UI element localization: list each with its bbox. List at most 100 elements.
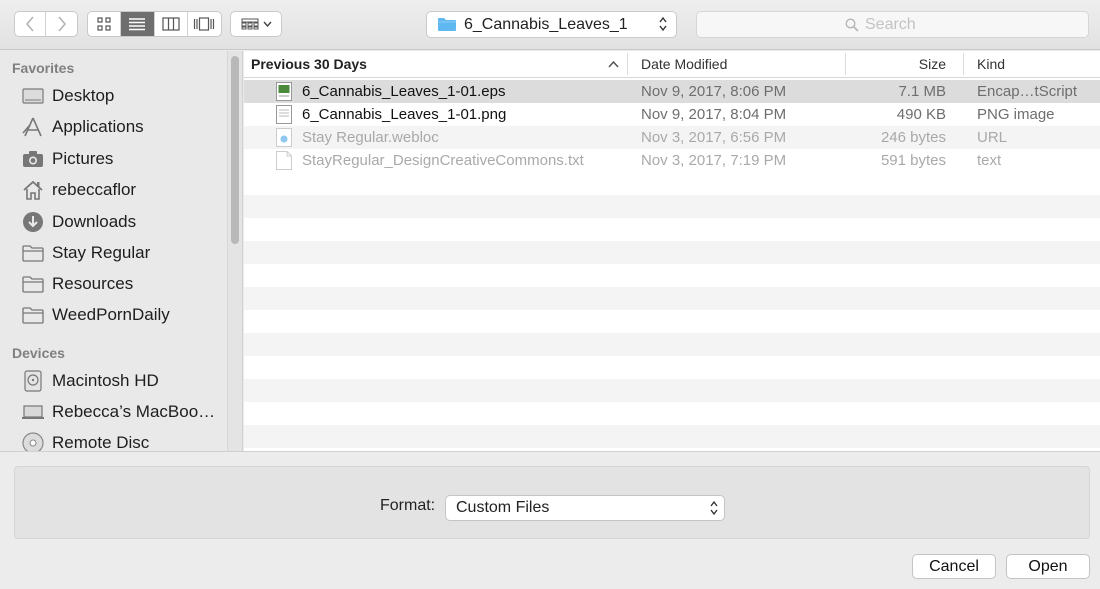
sidebar-item-label: Remote Disc	[52, 433, 150, 451]
sidebar-item-pictures[interactable]: Pictures	[20, 146, 225, 172]
cover-flow-button[interactable]	[188, 12, 221, 36]
empty-row	[244, 402, 1100, 425]
arrange-grid-icon	[241, 18, 258, 30]
column-view-button[interactable]	[155, 12, 188, 36]
favorites-heading: Favorites	[12, 60, 75, 76]
options-panel: Format: Custom Files	[14, 466, 1090, 539]
columns-icon	[162, 17, 180, 31]
empty-row	[244, 264, 1100, 287]
view-mode-segment	[87, 11, 222, 37]
file-size: 7.1 MB	[898, 83, 946, 100]
empty-row	[244, 333, 1100, 356]
sidebar-item-label: Applications	[52, 117, 144, 136]
chevron-down-icon	[262, 21, 272, 27]
sidebar-item-stay-regular[interactable]: Stay Regular	[20, 240, 225, 266]
open-button[interactable]: Open	[1006, 554, 1090, 579]
sidebar-item-label: Resources	[52, 274, 134, 293]
cancel-button[interactable]: Cancel	[912, 554, 996, 579]
format-label: Format:	[380, 497, 436, 514]
sidebar-item-resources[interactable]: Resources	[20, 271, 225, 297]
search-field[interactable]	[696, 11, 1089, 38]
location-label: 6_Cannabis_Leaves_1	[464, 15, 628, 33]
empty-row	[244, 218, 1100, 241]
file-kind: URL	[977, 129, 1008, 146]
empty-row	[244, 172, 1100, 195]
empty-row	[244, 287, 1100, 310]
home-icon	[20, 179, 46, 201]
file-size: 246 bytes	[880, 129, 946, 146]
sidebar-item-label: Desktop	[52, 86, 115, 105]
camera-icon	[20, 148, 46, 170]
file-name: StayRegular_DesignCreativeCommons.txt	[302, 152, 584, 169]
sidebar-item-label: Stay Regular	[52, 243, 151, 262]
search-input[interactable]	[865, 16, 985, 34]
column-divider[interactable]	[963, 53, 964, 75]
sidebar-item-desktop[interactable]: Desktop	[20, 83, 225, 109]
icon-view-button[interactable]	[88, 12, 122, 36]
folder-icon	[20, 304, 46, 326]
file-row[interactable]: 6_Cannabis_Leaves_1-01.png Nov 9, 2017, …	[244, 103, 1100, 126]
up-down-arrows-icon	[710, 500, 718, 516]
sidebar-item-label: Macintosh HD	[52, 371, 159, 390]
folder-icon	[20, 242, 46, 264]
format-value: Custom Files	[456, 499, 550, 516]
file-date: Nov 3, 2017, 7:19 PM	[641, 152, 787, 169]
empty-row	[244, 195, 1100, 218]
desktop-icon	[20, 85, 46, 107]
forward-button[interactable]	[46, 12, 77, 36]
sidebar: Favorites Desktop Applications Pictures …	[0, 51, 243, 451]
eps-file-icon	[276, 82, 292, 105]
column-divider[interactable]	[627, 53, 628, 75]
file-kind: text	[977, 152, 1002, 169]
list-view-button[interactable]	[121, 12, 155, 36]
sidebar-item-remote-disc[interactable]: Remote Disc	[20, 430, 225, 451]
file-list: Previous 30 Days Date Modified Size Kind…	[244, 51, 1100, 451]
toolbar: 6_Cannabis_Leaves_1	[0, 0, 1100, 50]
webloc-file-icon	[276, 128, 292, 151]
icon-grid-icon	[97, 17, 111, 31]
back-button[interactable]	[15, 12, 47, 36]
chevron-right-icon	[57, 16, 66, 32]
file-name: 6_Cannabis_Leaves_1-01.eps	[302, 83, 506, 100]
folder-icon	[438, 18, 456, 31]
sidebar-item-weedporndaily[interactable]: WeedPornDaily	[20, 302, 225, 328]
sidebar-item-label: Rebecca’s MacBoo…	[52, 402, 216, 421]
file-row[interactable]: 6_Cannabis_Leaves_1-01.eps Nov 9, 2017, …	[244, 80, 1100, 103]
applications-icon	[20, 116, 46, 138]
up-down-arrows-icon	[659, 16, 667, 32]
empty-row	[244, 425, 1100, 448]
file-kind: Encap…tScript	[977, 83, 1078, 100]
column-header-row: Previous 30 Days Date Modified Size Kind	[244, 51, 1100, 78]
sort-ascending-icon	[608, 61, 619, 68]
cover-flow-icon	[194, 17, 215, 31]
location-popup[interactable]: 6_Cannabis_Leaves_1	[426, 11, 677, 38]
column-header-kind[interactable]: Kind	[977, 56, 1005, 72]
sidebar-item-home[interactable]: rebeccaflor	[20, 177, 225, 203]
sidebar-item-label: WeedPornDaily	[52, 305, 170, 324]
sidebar-item-macintosh-hd[interactable]: Macintosh HD	[20, 368, 225, 394]
search-icon	[845, 18, 859, 32]
sidebar-scrollbar[interactable]	[227, 51, 242, 451]
dialog-footer: Format: Custom Files Cancel Open	[0, 451, 1100, 589]
file-kind: PNG image	[977, 106, 1055, 123]
folder-icon	[20, 273, 46, 295]
column-header-date[interactable]: Date Modified	[641, 56, 727, 72]
column-divider[interactable]	[845, 53, 846, 75]
file-date: Nov 9, 2017, 8:04 PM	[641, 106, 787, 123]
sidebar-item-label: Downloads	[52, 212, 137, 231]
sidebar-scroll-thumb[interactable]	[231, 56, 239, 244]
sidebar-item-applications[interactable]: Applications	[20, 114, 225, 140]
text-file-icon	[276, 151, 292, 174]
column-header-name[interactable]: Previous 30 Days	[251, 56, 367, 72]
sidebar-item-label: Pictures	[52, 149, 114, 168]
arrange-button[interactable]	[230, 11, 282, 37]
disc-icon	[20, 432, 46, 451]
chevron-left-icon	[25, 16, 34, 32]
empty-row	[244, 241, 1100, 264]
format-select[interactable]: Custom Files	[445, 495, 725, 521]
column-header-size[interactable]: Size	[919, 56, 946, 72]
sidebar-item-downloads[interactable]: Downloads	[20, 209, 225, 235]
sidebar-item-macbook[interactable]: Rebecca’s MacBoo…	[20, 399, 225, 425]
hard-drive-icon	[20, 370, 46, 392]
file-row: Stay Regular.webloc Nov 3, 2017, 6:56 PM…	[244, 126, 1100, 149]
